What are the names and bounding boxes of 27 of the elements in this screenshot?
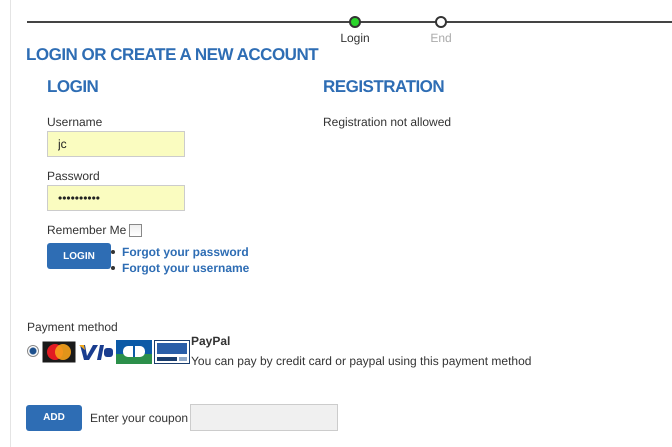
field-label: Username <box>47 115 104 129</box>
card-logo-icon <box>116 340 152 364</box>
radio-button[interactable] <box>27 345 39 357</box>
link[interactable]: Forgot your username <box>122 261 250 275</box>
payment-label: Payment method <box>27 320 119 334</box>
step-label: Login <box>340 31 370 45</box>
checkbox[interactable] <box>129 224 142 236</box>
page-title: LOGIN OR CREATE A NEW ACCOUNT <box>26 44 320 66</box>
card-logo-icon <box>154 340 190 364</box>
input-field[interactable]: jc <box>47 131 185 157</box>
method-description: You can pay by credit card or paypal using this payment method <box>191 354 532 368</box>
coupon-label: Enter your coupon <box>90 410 188 424</box>
coupon-field[interactable] <box>190 404 338 431</box>
card-logo-icon <box>42 341 76 363</box>
input-field[interactable]: •••••••••• <box>47 185 185 211</box>
field-label: Password <box>47 169 101 183</box>
link[interactable]: Forgot your password <box>122 245 249 259</box>
login-button[interactable]: LOGIN <box>47 243 111 269</box>
section-heading: REGISTRATION <box>323 76 446 98</box>
method-name: PayPal <box>191 334 232 348</box>
checkbox-label: Remember Me <box>47 223 126 237</box>
message-text: Registration not allowed <box>323 115 452 129</box>
add-button[interactable]: ADD <box>26 404 82 430</box>
bullet-icon <box>111 266 115 270</box>
step-label: End <box>430 31 452 45</box>
section-heading: LOGIN <box>47 76 100 98</box>
bullet-icon <box>111 250 115 254</box>
